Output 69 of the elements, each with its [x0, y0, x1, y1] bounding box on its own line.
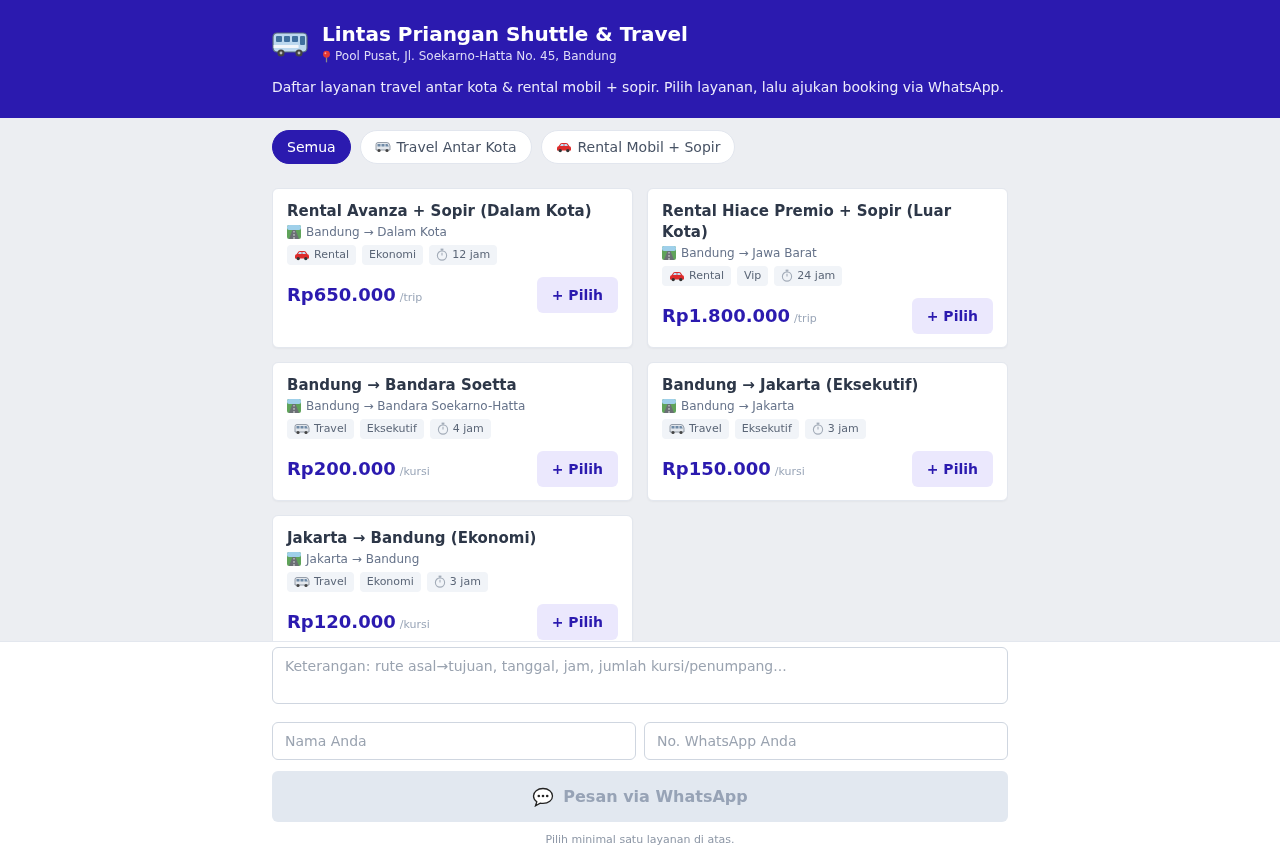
road-icon [662, 399, 676, 413]
car-icon [294, 248, 310, 261]
stopwatch-icon [811, 422, 824, 435]
duration-text: 3 jam [827, 421, 859, 436]
price-unit: /kursi [399, 465, 430, 478]
duration-text: 24 jam [797, 268, 836, 283]
stopwatch-icon [433, 575, 446, 588]
service-title: Bandung → Bandara Soetta [287, 375, 517, 396]
service-title: Jakarta → Bandung (Ekonomi) [287, 528, 537, 549]
tag-label: Rental [689, 268, 724, 283]
price-unit: /trip [399, 291, 423, 304]
route-text: Bandung → Bandara Soekarno-Hatta [306, 398, 526, 415]
car-icon [669, 269, 685, 282]
duration-text: 3 jam [449, 574, 481, 589]
select-button[interactable]: + Pilih [536, 604, 618, 640]
road-icon [287, 399, 301, 413]
class-tag: Eksekutif [734, 419, 799, 439]
route-text: Bandung → Jakarta [681, 398, 795, 415]
price-text: Rp120.000 [287, 611, 396, 633]
hint-text: Pilih minimal satu layanan di atas. [544, 833, 736, 846]
filter-tab[interactable]: Rental Mobil + Sopir [540, 130, 736, 164]
price-unit: /trip [794, 312, 817, 325]
price-unit: /kursi [774, 465, 805, 478]
class-tag: Ekonomi [359, 572, 421, 592]
route-text: Bandung → Jawa Barat [681, 245, 817, 262]
road-icon [287, 225, 301, 239]
stopwatch-icon [436, 248, 449, 261]
address-text: Pool Pusat, Jl. Soekarno-Hatta No. 45, Bandung [335, 48, 617, 65]
tag-label: Travel [314, 574, 347, 589]
app-title: Lintas Priangan Shuttle & Travel [322, 22, 688, 47]
car-icon [555, 141, 572, 153]
select-button[interactable]: + Pilih [536, 277, 618, 313]
price-text: Rp200.000 [287, 458, 396, 480]
route-text: Bandung → Dalam Kota [306, 224, 447, 241]
tag-label: Rental [314, 247, 349, 262]
van-icon [669, 422, 685, 435]
tag-label: Travel [314, 421, 347, 436]
route-text: Jakarta → Bandung [306, 551, 420, 568]
select-button[interactable]: + Pilih [536, 451, 618, 487]
service-title: Rental Avanza + Sopir (Dalam Kota) [287, 201, 592, 222]
select-button[interactable]: + Pilih [911, 451, 993, 487]
price-text: Rp1.800.000 [662, 305, 791, 327]
class-tag: Ekonomi [362, 245, 424, 265]
road-icon [287, 552, 301, 566]
class-tag: Eksekutif [359, 419, 424, 439]
duration-text: 4 jam [452, 421, 484, 436]
speech-bubble-icon [532, 786, 555, 807]
select-button[interactable]: + Pilih [911, 298, 993, 334]
filter-tab[interactable]: Travel Antar Kota [359, 130, 532, 164]
price-text: Rp650.000 [287, 284, 396, 306]
van-icon [294, 575, 310, 588]
van-icon [374, 141, 391, 153]
description-text: Daftar layanan travel antar kota & rental mobil + sopir. Pilih layanan, lalu ajukan booking via WhatsApp. [272, 78, 1005, 97]
filter-tab[interactable]: Semua [272, 130, 351, 164]
stopwatch-icon [436, 422, 449, 435]
duration-text: 12 jam [452, 247, 491, 262]
tag-label: Travel [689, 421, 722, 436]
price-unit: /kursi [399, 618, 430, 631]
name-field[interactable]: Nama Anda [272, 722, 636, 760]
road-icon [662, 246, 676, 260]
pin-icon [322, 50, 331, 63]
service-title: Rental Hiace Premio + Sopir (Luar Kota) [662, 201, 953, 243]
phone-field[interactable]: No. WhatsApp Anda [644, 722, 1008, 760]
class-tag: Vip [737, 266, 769, 286]
notes-field[interactable]: Keterangan: rute asal→tujuan, tanggal, jam, jumlah kursi/penumpang... [272, 647, 1008, 704]
price-text: Rp150.000 [662, 458, 771, 480]
van-icon [294, 422, 310, 435]
service-title: Bandung → Jakarta (Eksekutif) [662, 375, 919, 396]
stopwatch-icon [781, 269, 794, 282]
